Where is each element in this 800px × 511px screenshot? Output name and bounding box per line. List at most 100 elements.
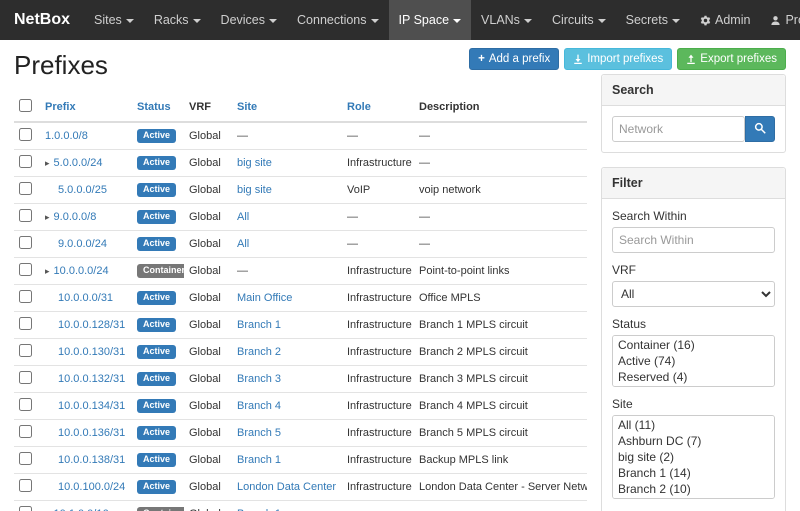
table-row: ▸5.0.0.0/24ActiveGlobalbig siteInfrastru…: [14, 150, 587, 177]
vrf-cell: Global: [184, 177, 232, 204]
select-all-checkbox[interactable]: [19, 99, 32, 112]
filter-option[interactable]: Reserved (4): [614, 369, 773, 385]
prefix-cell: ▸ 10.0.0.0/24: [40, 258, 132, 285]
filter-option[interactable]: big site (2): [614, 449, 773, 465]
prefix-cell: ▸10.1.0.0/16: [40, 501, 132, 511]
chevron-down-icon: [453, 19, 461, 23]
row-checkbox[interactable]: [19, 155, 32, 168]
status-badge: Active: [137, 453, 176, 467]
nav-item-secrets[interactable]: Secrets: [616, 0, 690, 40]
prefix-link[interactable]: 10.0.0.138/31: [58, 454, 125, 466]
table-row: 10.0.0.0/31ActiveGlobalMain OfficeInfras…: [14, 285, 587, 312]
site-filter-listbox[interactable]: All (11)Ashburn DC (7)big site (2)Branch…: [612, 415, 775, 499]
column-sort-link[interactable]: Prefix: [45, 101, 76, 113]
role-cell: Infrastructure: [342, 474, 414, 501]
user-icon: [770, 15, 781, 26]
row-checkbox[interactable]: [19, 452, 32, 465]
search-within-input[interactable]: [612, 227, 775, 253]
site-link[interactable]: Branch 1: [237, 319, 281, 331]
import-prefixes-button[interactable]: Import prefixes: [564, 48, 672, 70]
site-link[interactable]: big site: [237, 157, 272, 169]
nav-item-profile[interactable]: Profile: [760, 0, 800, 40]
column-header-role[interactable]: Role: [342, 93, 414, 122]
column-sort-link[interactable]: Site: [237, 101, 257, 113]
prefix-link[interactable]: 10.0.0.132/31: [58, 373, 125, 385]
nav-item-connections[interactable]: Connections: [287, 0, 389, 40]
row-checkbox[interactable]: [19, 209, 32, 222]
prefix-link[interactable]: 10.0.0.128/31: [58, 319, 125, 331]
site-link[interactable]: London Data Center: [237, 481, 336, 493]
site-link[interactable]: Branch 1: [237, 454, 281, 466]
table-row: 5.0.0.0/25ActiveGlobalbig siteVoIPvoip n…: [14, 177, 587, 204]
filter-option[interactable]: Branch 1 (14): [614, 465, 773, 481]
nav-item-ip-space[interactable]: IP Space: [389, 0, 472, 40]
column-header-status[interactable]: Status: [132, 93, 184, 122]
site-link[interactable]: Branch 2: [237, 346, 281, 358]
prefix-link[interactable]: 10.0.0.136/31: [58, 427, 125, 439]
column-sort-link[interactable]: Role: [347, 101, 371, 113]
site-link[interactable]: All: [237, 211, 249, 223]
role-cell: —: [342, 501, 414, 511]
prefix-link[interactable]: 5.0.0.0/25: [58, 184, 107, 196]
search-input[interactable]: [612, 116, 745, 142]
nav-item-admin[interactable]: Admin: [690, 0, 760, 40]
row-checkbox[interactable]: [19, 425, 32, 438]
status-cell: Active: [132, 204, 184, 231]
filter-option[interactable]: Branch 3 (6): [614, 497, 773, 499]
prefix-link[interactable]: 1.0.0.0/8: [45, 130, 88, 142]
row-checkbox[interactable]: [19, 344, 32, 357]
column-sort-link[interactable]: Status: [137, 101, 171, 113]
site-link[interactable]: big site: [237, 184, 272, 196]
filter-option[interactable]: Container (16): [614, 337, 773, 353]
column-header-prefix[interactable]: Prefix: [40, 93, 132, 122]
site-link[interactable]: Branch 5: [237, 427, 281, 439]
search-button[interactable]: [745, 116, 775, 142]
filter-option[interactable]: Ashburn DC (7): [614, 433, 773, 449]
vrf-select[interactable]: All: [612, 281, 775, 307]
row-checkbox[interactable]: [19, 236, 32, 249]
filter-option[interactable]: Active (74): [614, 353, 773, 369]
prefix-link[interactable]: 10.0.0.0/31: [58, 292, 113, 304]
row-checkbox[interactable]: [19, 263, 32, 276]
nav-item-sites[interactable]: Sites: [84, 0, 144, 40]
nav-item-devices[interactable]: Devices: [211, 0, 287, 40]
row-checkbox[interactable]: [19, 371, 32, 384]
nav-item-racks[interactable]: Racks: [144, 0, 211, 40]
row-checkbox[interactable]: [19, 128, 32, 141]
filter-option[interactable]: All (11): [614, 417, 773, 433]
status-filter-label: Status: [612, 317, 775, 331]
prefix-link[interactable]: 9.0.0.0/8: [54, 211, 97, 223]
add-prefix-button[interactable]: + Add a prefix: [469, 48, 559, 70]
prefix-link[interactable]: 10.0.0.134/31: [58, 400, 125, 412]
row-checkbox[interactable]: [19, 317, 32, 330]
row-checkbox[interactable]: [19, 479, 32, 492]
prefix-link[interactable]: 10.0.0.130/31: [58, 346, 125, 358]
site-link[interactable]: Branch 3: [237, 373, 281, 385]
filter-option[interactable]: Deprecated (1): [614, 385, 773, 387]
export-prefixes-button[interactable]: Export prefixes: [677, 48, 786, 70]
column-header-site[interactable]: Site: [232, 93, 342, 122]
vrf-cell: Global: [184, 285, 232, 312]
prefix-link[interactable]: 9.0.0.0/24: [58, 238, 107, 250]
role-cell: —: [342, 204, 414, 231]
site-link[interactable]: Branch 4: [237, 400, 281, 412]
site-link[interactable]: Main Office: [237, 292, 292, 304]
role-cell: Infrastructure: [342, 447, 414, 474]
nav-item-label: Circuits: [552, 13, 594, 27]
row-checkbox[interactable]: [19, 290, 32, 303]
prefix-link[interactable]: 10.0.0.0/24: [54, 265, 109, 277]
prefix-link[interactable]: 10.0.100.0/24: [58, 481, 125, 493]
nav-item-circuits[interactable]: Circuits: [542, 0, 616, 40]
row-checkbox[interactable]: [19, 506, 32, 511]
prefix-link[interactable]: 5.0.0.0/24: [54, 157, 103, 169]
row-checkbox[interactable]: [19, 182, 32, 195]
vrf-cell: Global: [184, 393, 232, 420]
filter-option[interactable]: Branch 2 (10): [614, 481, 773, 497]
status-filter-listbox[interactable]: Container (16)Active (74)Reserved (4)Dep…: [612, 335, 775, 387]
site-link[interactable]: All: [237, 238, 249, 250]
expand-arrow-icon: ▸: [45, 266, 50, 276]
nav-item-vlans[interactable]: VLANs: [471, 0, 542, 40]
brand[interactable]: NetBox: [0, 0, 84, 40]
site-cell: Branch 1: [232, 312, 342, 339]
row-checkbox[interactable]: [19, 398, 32, 411]
